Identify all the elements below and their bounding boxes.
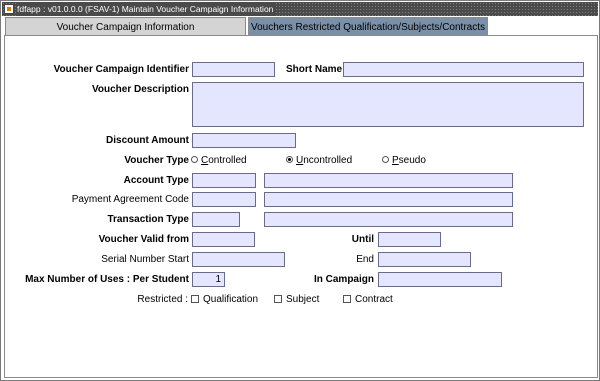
radio-uncontrolled-label: ncontrolled bbox=[303, 155, 353, 166]
window-title: fdfapp : v01.0.0.0 (FSAV-1) Maintain Vou… bbox=[17, 2, 277, 16]
title-bar[interactable]: fdfapp : v01.0.0.0 (FSAV-1) Maintain Vou… bbox=[2, 2, 598, 16]
transaction-type-code-field[interactable] bbox=[192, 212, 240, 227]
radio-pseudo-label: seudo bbox=[398, 155, 426, 166]
max-uses-student-field[interactable]: 1 bbox=[192, 272, 225, 287]
checkbox-subject-label: Subject bbox=[286, 294, 320, 305]
checkbox-subject[interactable]: Subject bbox=[274, 293, 319, 307]
radio-uncontrolled[interactable]: Uncontrolled bbox=[286, 154, 352, 168]
campaign-identifier-label: Voucher Campaign Identifier bbox=[53, 64, 189, 75]
in-campaign-field[interactable] bbox=[378, 272, 502, 287]
checkbox-contract[interactable]: Contract bbox=[343, 293, 393, 307]
checkbox-contract-box bbox=[343, 295, 351, 303]
voucher-description-label: Voucher Description bbox=[91, 84, 189, 95]
payment-agreement-code-field[interactable] bbox=[192, 192, 256, 207]
discount-amount-label: Discount Amount bbox=[106, 135, 189, 146]
valid-from-field[interactable] bbox=[192, 232, 255, 247]
discount-amount-field[interactable] bbox=[192, 133, 296, 148]
valid-from-label: Voucher Valid from bbox=[98, 234, 189, 245]
radio-pseudo-mnemonic: P bbox=[392, 155, 399, 166]
until-field[interactable] bbox=[378, 232, 441, 247]
radio-controlled-circle bbox=[191, 156, 198, 163]
in-campaign-label: In Campaign bbox=[313, 274, 374, 285]
radio-pseudo-circle bbox=[382, 156, 389, 163]
checkbox-subject-box bbox=[274, 295, 282, 303]
radio-controlled-label: ontrolled bbox=[208, 155, 247, 166]
checkbox-qualification-label: Qualification bbox=[203, 294, 259, 305]
tab-strip: Voucher Campaign Information Vouchers Re… bbox=[2, 17, 598, 36]
account-type-desc-field[interactable] bbox=[264, 173, 513, 188]
checkbox-qualification-box bbox=[191, 295, 199, 303]
serial-start-field[interactable] bbox=[192, 252, 285, 267]
checkbox-qualification[interactable]: Qualification bbox=[191, 293, 258, 307]
payment-agreement-label: Payment Agreement Code bbox=[71, 194, 189, 205]
campaign-identifier-field[interactable] bbox=[192, 62, 275, 77]
restricted-label: Restricted : bbox=[137, 294, 188, 305]
voucher-description-field[interactable] bbox=[192, 82, 584, 127]
app-icon bbox=[4, 4, 14, 14]
radio-pseudo[interactable]: Pseudo bbox=[382, 154, 426, 168]
radio-controlled[interactable]: Controlled bbox=[191, 154, 247, 168]
checkbox-contract-label: Contract bbox=[355, 294, 393, 305]
tab-vouchers-restricted[interactable]: Vouchers Restricted Qualification/Subjec… bbox=[248, 17, 488, 36]
until-label: Until bbox=[351, 234, 374, 245]
voucher-type-label: Voucher Type bbox=[124, 155, 189, 166]
serial-end-label: End bbox=[356, 254, 374, 265]
payment-agreement-desc-field[interactable] bbox=[264, 192, 513, 207]
tab-voucher-campaign-information[interactable]: Voucher Campaign Information bbox=[5, 17, 246, 36]
serial-start-label: Serial Number Start bbox=[101, 254, 189, 265]
short-name-field[interactable] bbox=[343, 62, 584, 77]
account-type-label: Account Type bbox=[123, 175, 189, 186]
form-panel: Voucher Campaign Identifier Short Name V… bbox=[4, 35, 598, 378]
account-type-code-field[interactable] bbox=[192, 173, 256, 188]
max-uses-student-label: Max Number of Uses : Per Student bbox=[25, 274, 189, 285]
transaction-type-desc-field[interactable] bbox=[264, 212, 513, 227]
serial-end-field[interactable] bbox=[378, 252, 471, 267]
radio-uncontrolled-circle bbox=[286, 156, 293, 163]
transaction-type-label: Transaction Type bbox=[107, 214, 189, 225]
app-window: fdfapp : v01.0.0.0 (FSAV-1) Maintain Vou… bbox=[0, 0, 600, 381]
short-name-label: Short Name bbox=[286, 64, 343, 75]
